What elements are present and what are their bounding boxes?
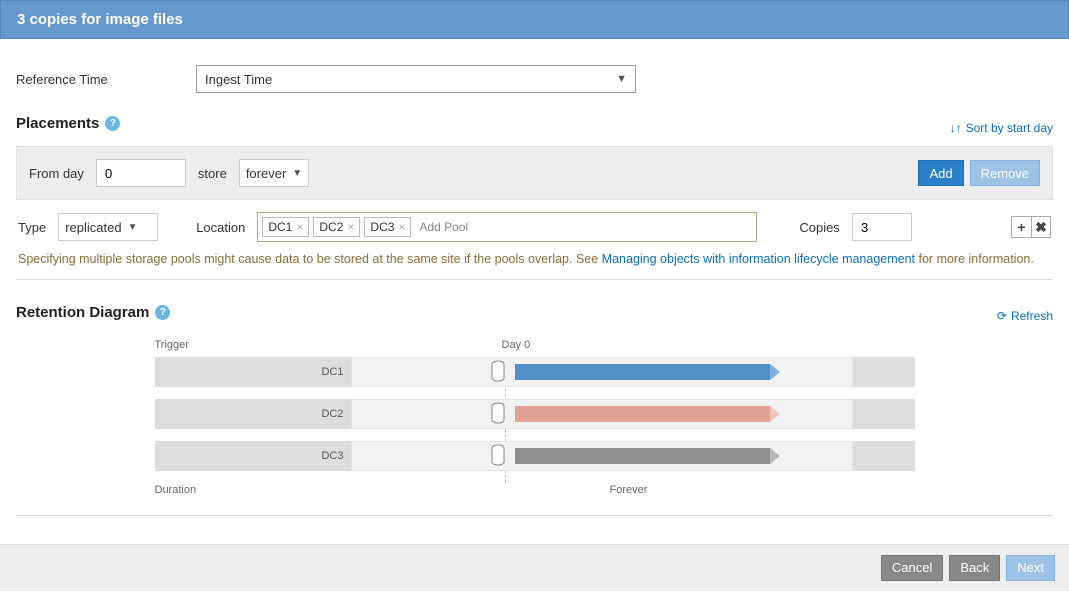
location-tag: DC2× xyxy=(313,217,360,237)
store-label: store xyxy=(198,166,227,181)
reference-time-label: Reference Time xyxy=(16,72,196,87)
duration-label: Duration xyxy=(155,484,197,496)
type-label: Type xyxy=(18,220,46,235)
reference-time-row: Reference Time Ingest Time ▼ xyxy=(16,65,1053,93)
location-tag: DC3× xyxy=(364,217,411,237)
location-input[interactable]: DC1× DC2× DC3× Add Pool xyxy=(257,212,757,242)
help-icon[interactable]: ? xyxy=(155,305,170,320)
placement-detail-row: Type replicated ▼ Location DC1× DC2× DC3… xyxy=(16,212,1053,242)
remove-tag-icon[interactable]: × xyxy=(398,220,405,234)
type-select[interactable]: replicated ▼ xyxy=(58,213,158,241)
location-tag: DC1× xyxy=(262,217,309,237)
from-day-label: From day xyxy=(29,166,84,181)
refresh-icon: ⟳ xyxy=(997,309,1007,323)
remove-placement-icon[interactable]: ✖ xyxy=(1031,216,1051,238)
placement-actions: + ✖ xyxy=(1011,216,1051,238)
placement-rule-panel: From day store forever ▼ Add Remove xyxy=(16,146,1053,200)
note-link[interactable]: Managing objects with information lifecy… xyxy=(602,252,915,266)
store-select[interactable]: forever ▼ xyxy=(239,159,309,187)
reference-time-value: Ingest Time xyxy=(205,72,272,87)
sort-by-start-day-link[interactable]: ↓↑ Sort by start day xyxy=(950,121,1053,135)
storage-icon xyxy=(491,444,505,466)
copies-input[interactable] xyxy=(852,213,912,241)
storage-icon xyxy=(491,402,505,424)
back-button[interactable]: Back xyxy=(949,555,1000,581)
next-button[interactable]: Next xyxy=(1006,555,1055,581)
page-title: 3 copies for image files xyxy=(17,11,183,28)
remove-button[interactable]: Remove xyxy=(970,160,1040,186)
add-placement-icon[interactable]: + xyxy=(1011,216,1031,238)
remove-tag-icon[interactable]: × xyxy=(347,220,354,234)
location-label: Location xyxy=(196,220,245,235)
sort-icon: ↓↑ xyxy=(950,121,962,135)
retention-diagram: Trigger Day 0 DC1 DC2 DC3 xyxy=(155,339,915,497)
day0-label: Day 0 xyxy=(502,339,531,351)
retention-bar: DC2 xyxy=(155,399,915,429)
copies-label: Copies xyxy=(799,220,839,235)
footer: Cancel Back Next xyxy=(0,544,1069,591)
reference-time-select[interactable]: Ingest Time ▼ xyxy=(196,65,636,93)
add-pool-placeholder: Add Pool xyxy=(415,220,468,234)
retention-bar: DC1 xyxy=(155,357,915,387)
page-header: 3 copies for image files xyxy=(0,0,1069,39)
chevron-down-icon: ▼ xyxy=(128,222,138,233)
from-day-input[interactable] xyxy=(96,159,186,187)
storage-icon xyxy=(491,360,505,382)
placements-title: Placements ? xyxy=(16,115,120,132)
chevron-down-icon: ▼ xyxy=(292,168,302,179)
refresh-link[interactable]: ⟳ Refresh xyxy=(997,309,1053,323)
cancel-button[interactable]: Cancel xyxy=(881,555,943,581)
help-icon[interactable]: ? xyxy=(105,116,120,131)
retention-title: Retention Diagram ? xyxy=(16,304,170,321)
placement-note: Specifying multiple storage pools might … xyxy=(16,250,1053,280)
add-button[interactable]: Add xyxy=(918,160,963,186)
trigger-label: Trigger xyxy=(155,339,189,351)
remove-tag-icon[interactable]: × xyxy=(296,220,303,234)
chevron-down-icon: ▼ xyxy=(616,73,627,85)
retention-bar: DC3 xyxy=(155,441,915,471)
forever-label: Forever xyxy=(610,484,648,496)
